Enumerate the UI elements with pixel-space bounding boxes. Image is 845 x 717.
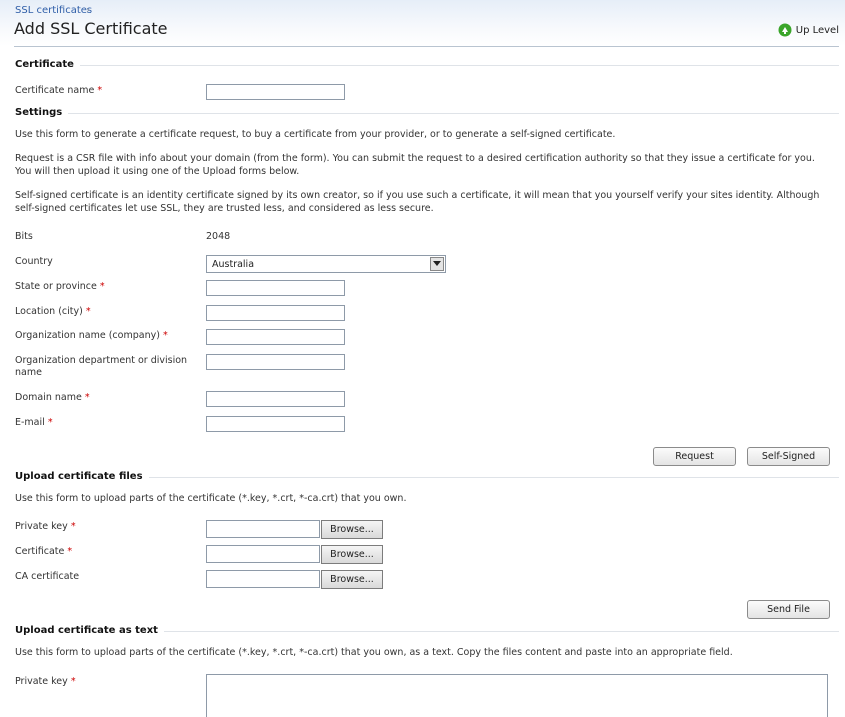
organization-label: Organization name (company) * <box>15 330 168 341</box>
ca-certificate-label: CA certificate <box>15 571 80 582</box>
certificate-name-input[interactable] <box>206 84 345 100</box>
bits-label: Bits <box>15 231 33 242</box>
certificate-browse-button[interactable]: Browse... <box>321 545 383 564</box>
location-label: Location (city) * <box>15 306 91 317</box>
section-divider <box>15 65 839 66</box>
selfsigned-info-text: Self-signed certificate is an identity c… <box>15 190 820 214</box>
breadcrumb-separator: › <box>86 5 90 16</box>
up-level-link[interactable]: Up Level <box>778 23 839 37</box>
email-label: E-mail * <box>15 417 53 428</box>
send-file-button[interactable]: Send File <box>747 600 830 619</box>
page-title: Add SSL Certificate <box>14 19 168 38</box>
required-mark: * <box>85 306 91 317</box>
department-input[interactable] <box>206 354 345 370</box>
settings-intro-text: Use this form to generate a certificate … <box>15 129 616 140</box>
ca-certificate-file-input[interactable] <box>206 570 320 588</box>
certificate-file-input[interactable] <box>206 545 320 563</box>
header-divider <box>14 46 839 47</box>
domain-label: Domain name * <box>15 392 90 403</box>
up-level-label: Up Level <box>795 24 839 36</box>
section-divider <box>15 113 839 114</box>
section-upload-files-title: Upload certificate files <box>15 471 149 482</box>
email-input[interactable] <box>206 416 345 432</box>
private-key-textarea[interactable] <box>206 674 828 717</box>
country-select[interactable]: Australia <box>206 255 446 273</box>
location-input[interactable] <box>206 305 345 321</box>
state-label: State or province * <box>15 281 105 292</box>
state-input[interactable] <box>206 280 345 296</box>
required-mark: * <box>47 417 53 428</box>
dropdown-arrow-icon[interactable] <box>430 257 444 271</box>
certificate-label: Certificate * <box>15 546 73 557</box>
upload-text-intro-text: Use this form to upload parts of the cer… <box>15 647 733 658</box>
required-mark: * <box>70 676 76 687</box>
request-button[interactable]: Request <box>653 447 736 466</box>
private-key-label: Private key * <box>15 521 76 532</box>
request-info-text: Request is a CSR file with info about yo… <box>15 153 815 177</box>
section-certificate-title: Certificate <box>15 59 80 70</box>
country-label: Country <box>15 256 53 267</box>
required-mark: * <box>97 85 103 96</box>
section-settings-title: Settings <box>15 107 69 118</box>
certificate-name-label: Certificate name * <box>15 85 103 96</box>
required-mark: * <box>99 281 105 292</box>
organization-input[interactable] <box>206 329 345 345</box>
bits-value: 2048 <box>206 231 231 242</box>
breadcrumb-ssl-certificates[interactable]: SSL certificates <box>15 5 92 16</box>
ca-certificate-browse-button[interactable]: Browse... <box>321 570 383 589</box>
private-key-file-input[interactable] <box>206 520 320 538</box>
domain-input[interactable] <box>206 391 345 407</box>
up-arrow-icon <box>778 23 792 37</box>
self-signed-button[interactable]: Self-Signed <box>747 447 830 466</box>
upload-files-intro-text: Use this form to upload parts of the cer… <box>15 493 407 504</box>
private-key-browse-button[interactable]: Browse... <box>321 520 383 539</box>
private-key-text-label: Private key * <box>15 676 76 687</box>
required-mark: * <box>84 392 90 403</box>
required-mark: * <box>70 521 76 532</box>
required-mark: * <box>67 546 73 557</box>
country-selected-value: Australia <box>212 258 255 270</box>
required-mark: * <box>162 330 168 341</box>
department-label: Organization department or division name <box>15 355 188 378</box>
section-upload-text-title: Upload certificate as text <box>15 625 164 636</box>
